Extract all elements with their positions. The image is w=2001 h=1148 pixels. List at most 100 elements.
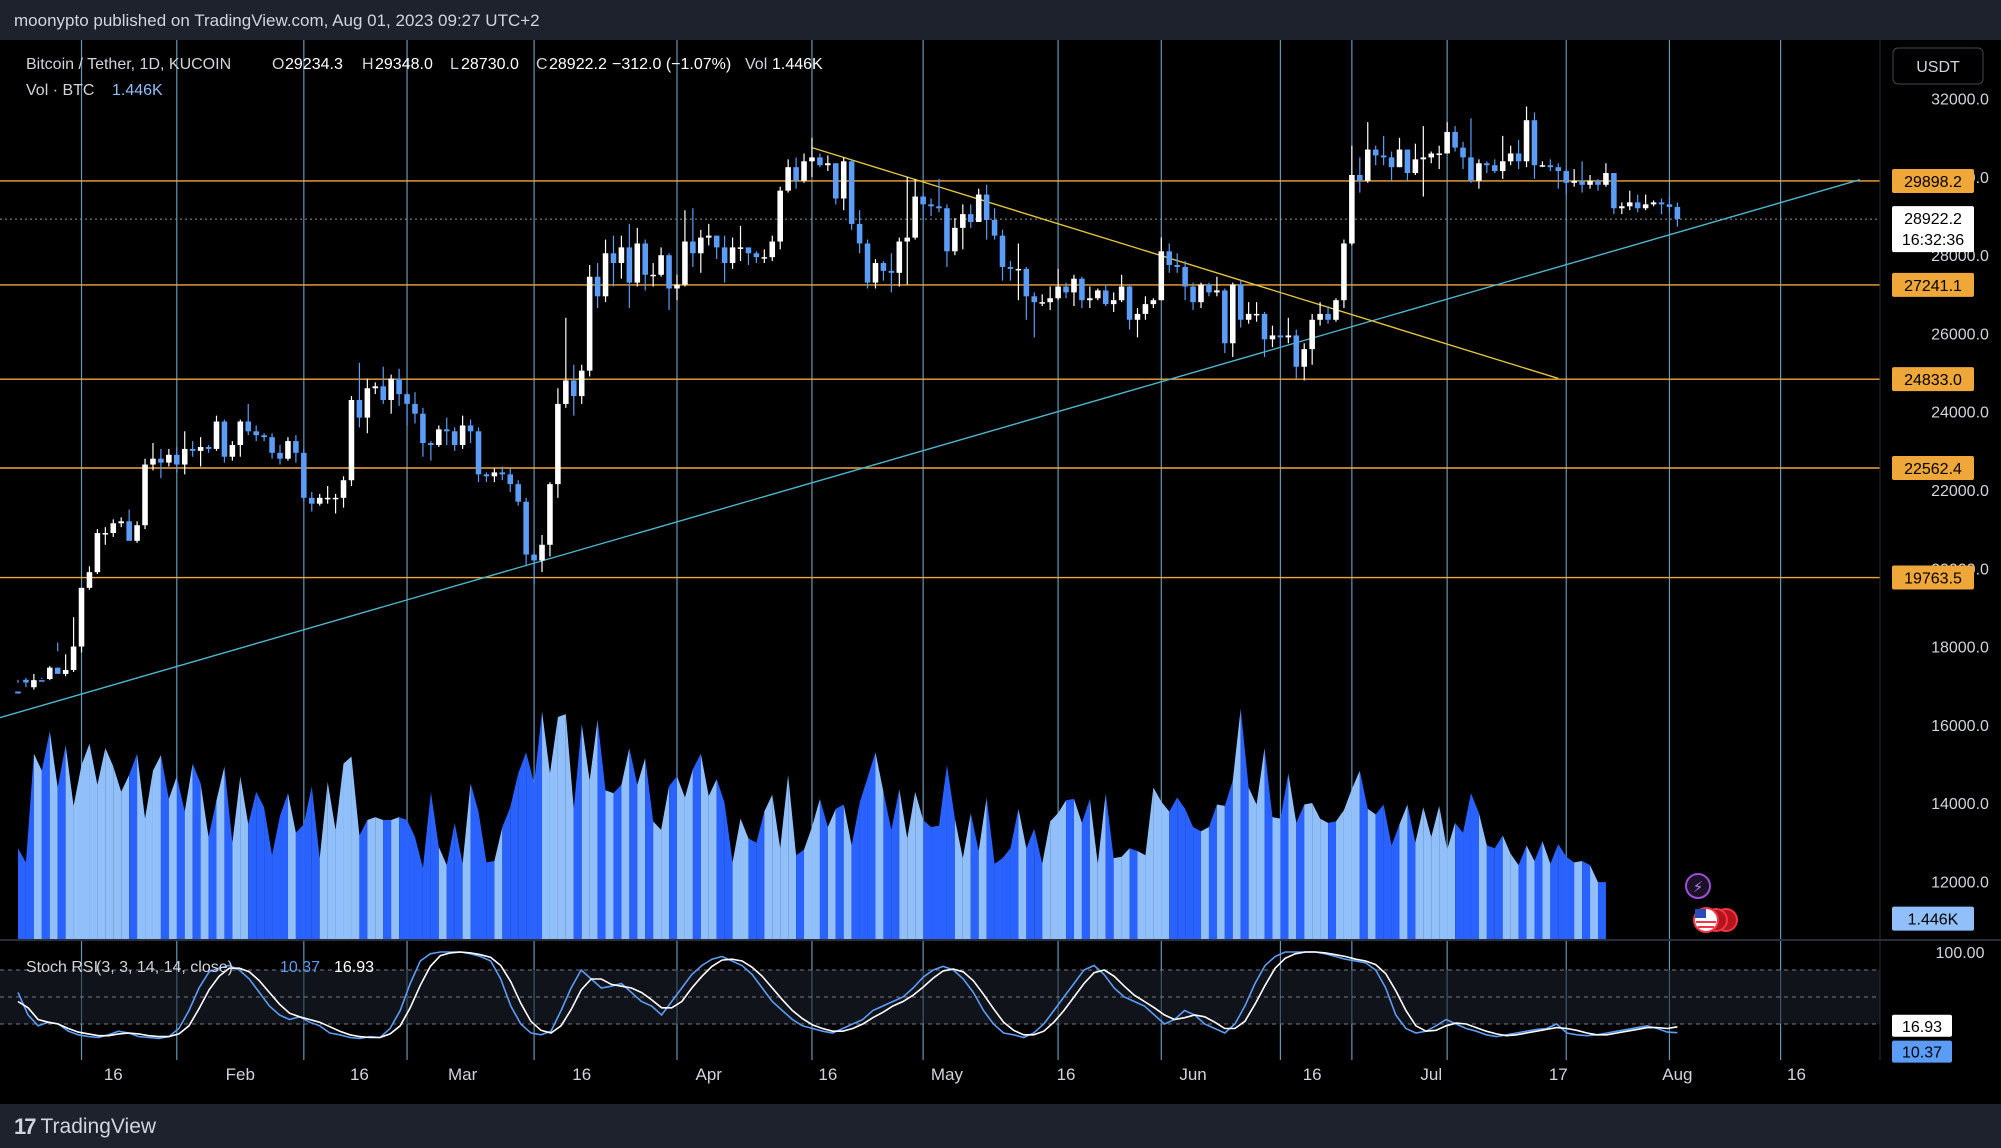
candle-body [94, 533, 101, 573]
candle-body [1571, 180, 1577, 183]
time-tick-label: Mar [448, 1065, 478, 1084]
legend-close-label: C [536, 56, 548, 73]
candle-body [277, 452, 283, 459]
candle-body [602, 253, 609, 297]
chart-area[interactable]: 32000.030000.028000.026000.024000.022000… [0, 40, 2001, 1104]
volume-area-segment [295, 824, 304, 940]
candle-body [1444, 131, 1450, 154]
candle-body [1484, 163, 1490, 166]
candle-body [1325, 313, 1331, 320]
volume-area-segment [1399, 804, 1408, 940]
volume-area-segment [1312, 803, 1321, 940]
candle-body [285, 441, 291, 459]
volume-area-segment [637, 757, 646, 940]
candle-body [245, 421, 252, 432]
candle-body [912, 196, 918, 238]
candle-body [936, 206, 942, 209]
candle-body [690, 241, 696, 254]
candle-body [896, 241, 903, 273]
published-by-text: moonypto published on TradingView.com, A… [14, 11, 540, 30]
candle-body [1126, 286, 1133, 320]
candle-body [1293, 335, 1300, 367]
volume-area-segment [391, 817, 400, 940]
volume-area-segment [1304, 803, 1313, 940]
volume-area-segment [1566, 856, 1575, 940]
volume-area-segment [256, 791, 265, 940]
currency-button[interactable]: USDT [1892, 47, 1984, 85]
candle-body [666, 255, 672, 289]
candle-body [563, 380, 569, 404]
candle-body [682, 241, 688, 285]
candle-body [1468, 157, 1474, 181]
volume-area-segment [1113, 856, 1122, 940]
candle-body [483, 474, 490, 477]
price-tick-label: 26000.0 [1931, 326, 1989, 343]
stoch-params: (3, 3, 14, 14, close) [96, 959, 233, 976]
candle-body [713, 235, 720, 248]
candle-body [618, 247, 625, 264]
candle-body [1190, 286, 1196, 303]
price-tick-label: 14000.0 [1931, 796, 1989, 813]
candle-body [1031, 296, 1038, 303]
candle-body [848, 161, 855, 224]
volume-area-segment [1272, 817, 1281, 940]
candle-body [967, 214, 974, 222]
tradingview-logo[interactable]: 17 TradingView [14, 1114, 156, 1140]
candle-body [1372, 149, 1379, 156]
time-tick-label: 16 [1787, 1065, 1806, 1084]
volume-area-segment [152, 755, 161, 940]
legend-vol-value: 1.446K [112, 82, 163, 99]
price-tick-label: 12000.0 [1931, 874, 1989, 891]
candle-body [785, 167, 791, 191]
volume-area-segment [1296, 804, 1305, 940]
legend-open: 29234.3 [285, 56, 343, 73]
volume-area-segment [796, 849, 805, 940]
volume-area-segment [653, 821, 662, 940]
volume-area-segment [518, 752, 527, 940]
volume-area-segment [1050, 812, 1059, 940]
stoch-title: Stoch RSI [26, 959, 98, 976]
volume-area-segment [375, 817, 384, 940]
volume-area-segment [1526, 845, 1535, 940]
candle-body [237, 421, 244, 445]
volume-area-segment [835, 804, 844, 940]
candle-body [737, 247, 744, 249]
candle-body [1214, 290, 1220, 293]
candle-body [15, 691, 21, 694]
currency-button-label[interactable]: USDT [1916, 59, 1960, 76]
candle-body [1007, 266, 1014, 269]
candle-body [650, 274, 656, 277]
candle-body [1158, 251, 1165, 301]
candle-body [324, 497, 331, 500]
candle-body [705, 235, 712, 238]
candle-body [555, 403, 561, 485]
candle-body [1333, 300, 1339, 320]
volume-area-segment [1216, 804, 1225, 940]
time-tick-label: Feb [226, 1065, 255, 1084]
stoch-d-label: 16.93 [1902, 1019, 1942, 1036]
time-tick-label: 16 [572, 1065, 591, 1084]
volume-area-segment [1494, 835, 1503, 940]
candle-body [1626, 202, 1633, 207]
chart-svg[interactable]: 32000.030000.028000.026000.024000.022000… [0, 40, 2001, 1104]
volume-area-segment [105, 748, 114, 940]
candle-body [777, 190, 783, 242]
volume-area-segment [407, 820, 415, 940]
volume-area-segment [1335, 810, 1344, 940]
candle-body [975, 194, 982, 222]
volume-area-segment [1161, 801, 1170, 940]
volume-area-segment [1208, 804, 1217, 940]
volume-area-segment [1486, 845, 1495, 940]
candle-body [1587, 180, 1593, 185]
candle-body [1547, 165, 1554, 168]
candle-body [1047, 298, 1053, 303]
candle-body [396, 378, 402, 395]
candle-body [181, 448, 188, 465]
candle-body [872, 263, 879, 283]
volume-area-segment [1367, 808, 1376, 940]
candle-body [1055, 286, 1061, 299]
candle-body [610, 253, 617, 264]
candle-body [23, 679, 29, 683]
candle-body [1666, 204, 1673, 207]
candle-body [952, 227, 958, 252]
